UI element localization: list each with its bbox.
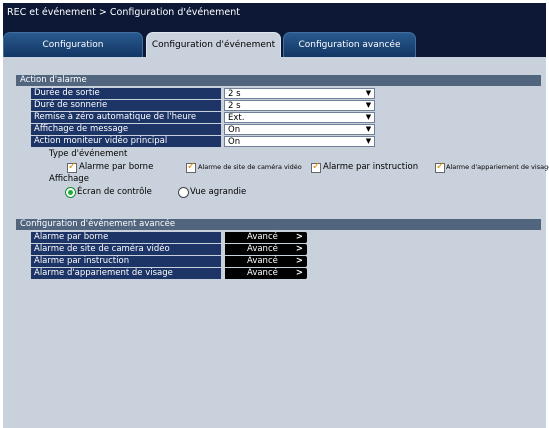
message-display-label: Affichage de message [31,124,221,135]
dropdown-arrow-icon: ▼ [365,125,372,133]
message-display-select[interactable]: On ▼ [224,124,375,135]
chevron-right-icon: > [295,256,303,266]
dropdown-arrow-icon: ▼ [365,113,372,121]
tab-event-config[interactable]: Configuration d'événement [146,32,281,57]
main-monitor-action-select[interactable]: On ▼ [224,136,375,147]
check-icon: ✓ [68,161,77,172]
settings-window: REC et événement > Configuration d'événe… [3,3,549,428]
output-duration-value: 2 s [228,89,241,99]
message-display-value: On [228,125,241,135]
command-alarm-checkbox[interactable]: ✓ [311,161,321,173]
alarm-action-header: Action d'alarme [16,75,541,86]
terminal-alarm-label: Alarme par borne [79,162,154,172]
face-match-alarm-checkbox[interactable]: ✓ [435,161,445,173]
advanced-button-label: Avancé [247,232,278,242]
dropdown-arrow-icon: ▼ [365,89,372,97]
tab-recording-config[interactable]: Configuration d'enregistrement [3,32,143,75]
display-label: Affichage [49,174,89,184]
adv-face-match-alarm-label: Alarme d'appariement de visage [31,268,221,279]
auto-reset-value: Ext. [228,113,245,123]
adv-terminal-alarm-button[interactable]: Avancé > [225,232,307,243]
adv-face-match-alarm-button[interactable]: Avancé > [225,268,307,279]
breadcrumb: REC et événement > Configuration d'événe… [7,7,240,18]
enlarged-view-label: Vue agrandie [190,187,247,197]
control-screen-radio[interactable] [65,187,76,198]
radio-dot-icon [68,190,73,195]
tab-advanced-config[interactable]: Configuration avancée [283,32,416,57]
ring-duration-select[interactable]: 2 s ▼ [224,100,375,111]
event-config-panel: Action d'alarme Durée de sortie 2 s ▼ Du… [3,57,549,428]
advanced-button-label: Avancé [247,256,278,266]
check-icon: ✓ [312,161,321,172]
main-monitor-action-value: On [228,137,241,147]
dropdown-arrow-icon: ▼ [365,137,372,145]
output-duration-select[interactable]: 2 s ▼ [224,88,375,99]
adv-command-alarm-button[interactable]: Avancé > [225,256,307,267]
auto-reset-label: Remise à zéro automatique de l'heure [31,112,221,123]
control-screen-label: Écran de contrôle [77,187,152,197]
adv-camera-site-alarm-button[interactable]: Avancé > [225,244,307,255]
adv-terminal-alarm-label: Alarme par borne [31,232,221,243]
adv-command-alarm-label: Alarme par instruction [31,256,221,267]
output-duration-label: Durée de sortie [31,88,221,99]
advanced-event-header: Configuration d'événement avancée [16,219,541,230]
tab-bar: Configuration d'enregistrement Configura… [3,32,546,75]
advanced-button-label: Avancé [247,268,278,278]
enlarged-view-radio[interactable] [178,187,189,198]
main-monitor-action-label: Action moniteur vidéo principal [31,136,221,147]
ring-duration-label: Duré de sonnerie [31,100,221,111]
command-alarm-label: Alarme par instruction [323,162,419,172]
camera-site-alarm-checkbox[interactable]: ✓ [186,161,196,173]
chevron-right-icon: > [295,268,303,278]
check-icon: ✓ [187,161,196,172]
ring-duration-value: 2 s [228,101,241,111]
adv-camera-site-alarm-label: Alarme de site de caméra vidéo [31,244,221,255]
event-type-label: Type d'événement [49,149,128,159]
face-match-alarm-label: Alarme d'appariement de visage [446,163,549,171]
chevron-right-icon: > [295,244,303,254]
auto-reset-select[interactable]: Ext. ▼ [224,112,375,123]
advanced-button-label: Avancé [247,244,278,254]
camera-site-alarm-label: Alarme de site de caméra vidéo [198,163,302,171]
check-icon: ✓ [436,161,445,172]
terminal-alarm-checkbox[interactable]: ✓ [67,161,77,173]
dropdown-arrow-icon: ▼ [365,101,372,109]
chevron-right-icon: > [295,232,303,242]
